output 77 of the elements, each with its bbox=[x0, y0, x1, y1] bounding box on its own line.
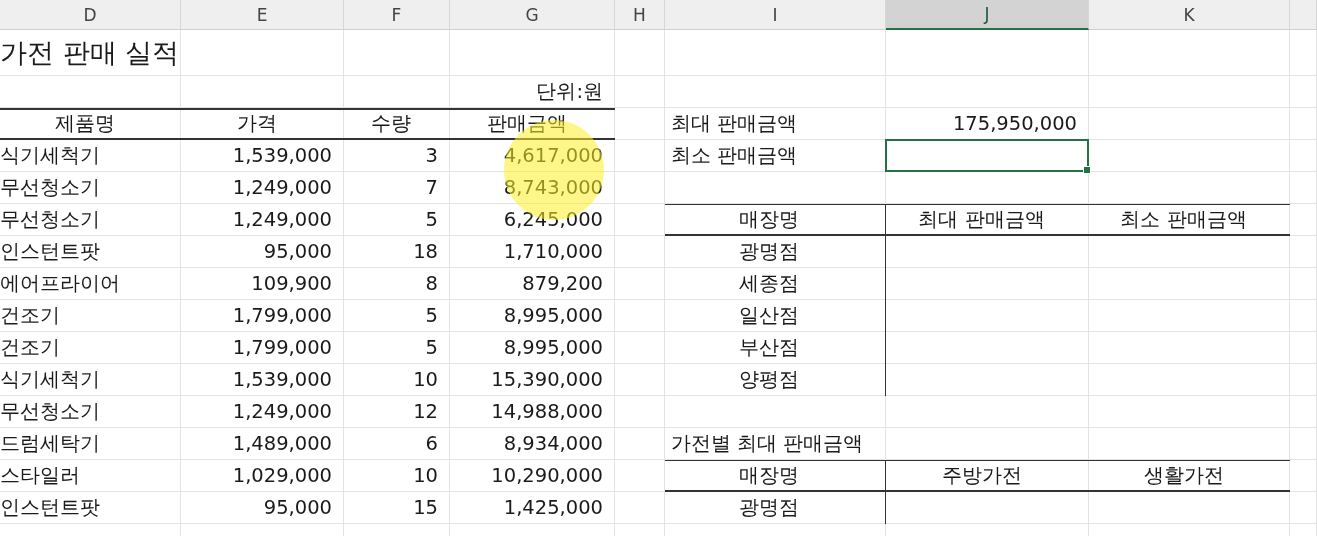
table-cell: 광명점 bbox=[739, 241, 799, 263]
column-heading: 판매금액 bbox=[486, 113, 567, 135]
table-cell: 15,390,000 bbox=[491, 369, 603, 391]
table-cell: 1,489,000 bbox=[232, 433, 332, 455]
column-heading: 생활가전 bbox=[1143, 464, 1224, 487]
column-header[interactable]: E bbox=[181, 0, 344, 30]
table-cell: 95,000 bbox=[263, 497, 332, 519]
table-cell: 1,029,000 bbox=[232, 465, 332, 487]
table-cell: 10 bbox=[413, 465, 438, 487]
table-cell: 드럼세탁기 bbox=[0, 433, 100, 455]
table-cell: 6,245,000 bbox=[503, 209, 603, 231]
column-header[interactable]: K bbox=[1089, 0, 1290, 30]
table-cell: 에어프라이어 bbox=[0, 273, 120, 295]
table-cell: 879,200 bbox=[522, 273, 603, 295]
table-cell: 광명점 bbox=[739, 497, 799, 519]
table-cell: 부산점 bbox=[739, 337, 799, 359]
table-cell: 1,799,000 bbox=[232, 305, 332, 327]
table-cell: 1,539,000 bbox=[232, 145, 332, 167]
table-cell: 1,249,000 bbox=[232, 177, 332, 199]
table-cell: 1,425,000 bbox=[503, 497, 603, 519]
column-header[interactable]: D bbox=[0, 0, 181, 30]
column-header[interactable]: H bbox=[615, 0, 665, 30]
table-cell: 양평점 bbox=[739, 369, 799, 391]
summary-label: 최소 판매금액 bbox=[671, 145, 798, 167]
table-cell: 3 bbox=[425, 145, 438, 167]
table-cell: 무선청소기 bbox=[0, 177, 100, 199]
table-cell: 5 bbox=[425, 209, 438, 231]
column-heading: 매장명 bbox=[739, 464, 799, 487]
column-header[interactable]: G bbox=[450, 0, 615, 30]
table-cell: 10 bbox=[413, 369, 438, 391]
table-cell: 1,249,000 bbox=[232, 401, 332, 423]
sheet-title: 가전 판매 실적 bbox=[0, 38, 180, 68]
table-cell: 95,000 bbox=[263, 241, 332, 263]
table-cell: 1,249,000 bbox=[232, 209, 332, 231]
column-header[interactable]: I bbox=[665, 0, 886, 30]
table-cell: 6 bbox=[425, 433, 438, 455]
table-cell: 8,934,000 bbox=[503, 433, 603, 455]
column-heading: 제품명 bbox=[54, 113, 115, 135]
table-cell: 109,900 bbox=[251, 273, 332, 295]
column-header[interactable]: F bbox=[344, 0, 450, 30]
column-heading: 수량 bbox=[371, 113, 411, 135]
table-cell: 8 bbox=[425, 273, 438, 295]
table-cell: 스타일러 bbox=[0, 465, 80, 487]
table-cell: 18 bbox=[413, 241, 438, 263]
section-title: 가전별 최대 판매금액 bbox=[671, 433, 864, 455]
table-cell: 15 bbox=[413, 497, 438, 519]
table-cell: 인스턴트팟 bbox=[0, 497, 100, 519]
table-cell: 5 bbox=[425, 305, 438, 327]
table-cell: 식기세척기 bbox=[0, 369, 100, 391]
table-cell: 14,988,000 bbox=[491, 401, 603, 423]
table-cell: 7 bbox=[425, 177, 438, 199]
summary-label: 최대 판매금액 bbox=[671, 113, 798, 135]
selected-cell[interactable] bbox=[886, 140, 1089, 172]
table-cell: 일산점 bbox=[739, 305, 799, 327]
unit-label: 단위:원 bbox=[536, 81, 603, 103]
table-cell: 식기세척기 bbox=[0, 145, 100, 167]
table-cell: 인스턴트팟 bbox=[0, 241, 100, 263]
table-cell: 1,799,000 bbox=[232, 337, 332, 359]
table-cell: 1,539,000 bbox=[232, 369, 332, 391]
summary-value: 175,950,000 bbox=[952, 113, 1077, 135]
column-heading: 매장명 bbox=[739, 208, 799, 231]
table-cell: 8,995,000 bbox=[503, 337, 603, 359]
column-heading: 최대 판매금액 bbox=[918, 208, 1045, 231]
table-cell: 8,995,000 bbox=[503, 305, 603, 327]
column-header[interactable]: J bbox=[886, 0, 1089, 30]
column-heading: 가격 bbox=[236, 113, 277, 135]
table-cell: 5 bbox=[425, 337, 438, 359]
column-heading: 최소 판매금액 bbox=[1120, 208, 1247, 231]
table-cell: 10,290,000 bbox=[491, 465, 603, 487]
column-heading: 주방가전 bbox=[941, 464, 1022, 487]
table-cell: 무선청소기 bbox=[0, 401, 100, 423]
table-cell: 건조기 bbox=[0, 337, 60, 359]
table-cell: 건조기 bbox=[0, 305, 60, 327]
table-cell: 12 bbox=[413, 401, 438, 423]
table-cell: 무선청소기 bbox=[0, 209, 100, 231]
table-cell: 세종점 bbox=[739, 273, 799, 295]
table-cell: 1,710,000 bbox=[503, 241, 603, 263]
